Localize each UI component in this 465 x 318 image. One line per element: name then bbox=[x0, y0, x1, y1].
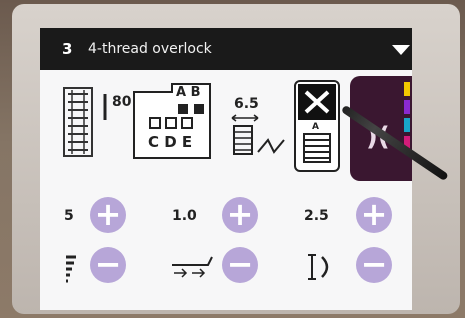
cutter-plus-button[interactable]: + bbox=[356, 197, 392, 233]
needle-icon bbox=[103, 94, 107, 120]
side-tab-blue[interactable] bbox=[404, 118, 410, 132]
feed-minus-button[interactable]: − bbox=[222, 247, 258, 283]
tension-value: 5 bbox=[64, 208, 74, 224]
stitch-number: 3 bbox=[62, 40, 73, 58]
title-bar: 3 4-thread overlock bbox=[40, 28, 412, 70]
tension-icon bbox=[66, 255, 76, 283]
cutter-minus-button[interactable]: − bbox=[356, 247, 392, 283]
side-tab-purple[interactable] bbox=[404, 100, 410, 114]
tension-plus-button[interactable]: + bbox=[90, 197, 126, 233]
needle-size: 80 bbox=[112, 94, 132, 110]
feed-plus-button[interactable]: + bbox=[222, 197, 258, 233]
stitch-width-value: 6.5 bbox=[234, 96, 259, 112]
stitch-width-icon bbox=[231, 114, 285, 155]
feed-value: 1.0 bbox=[172, 208, 197, 224]
side-tabs bbox=[404, 82, 410, 174]
tension-minus-button[interactable]: − bbox=[90, 247, 126, 283]
presser-bottom-letters: C D E bbox=[148, 133, 193, 151]
presser-top-letters: A B bbox=[176, 85, 201, 100]
dropdown-chevron-icon[interactable] bbox=[392, 45, 410, 55]
cutter-value: 2.5 bbox=[304, 208, 329, 224]
stitch-title: 4-thread overlock bbox=[88, 41, 212, 57]
side-tab-yellow[interactable] bbox=[404, 82, 410, 96]
stitch-pattern-icon bbox=[63, 87, 93, 157]
thread-cutter-icon bbox=[308, 254, 329, 280]
stitch-letter: A bbox=[312, 122, 319, 132]
feed-dog-icon bbox=[172, 256, 213, 278]
